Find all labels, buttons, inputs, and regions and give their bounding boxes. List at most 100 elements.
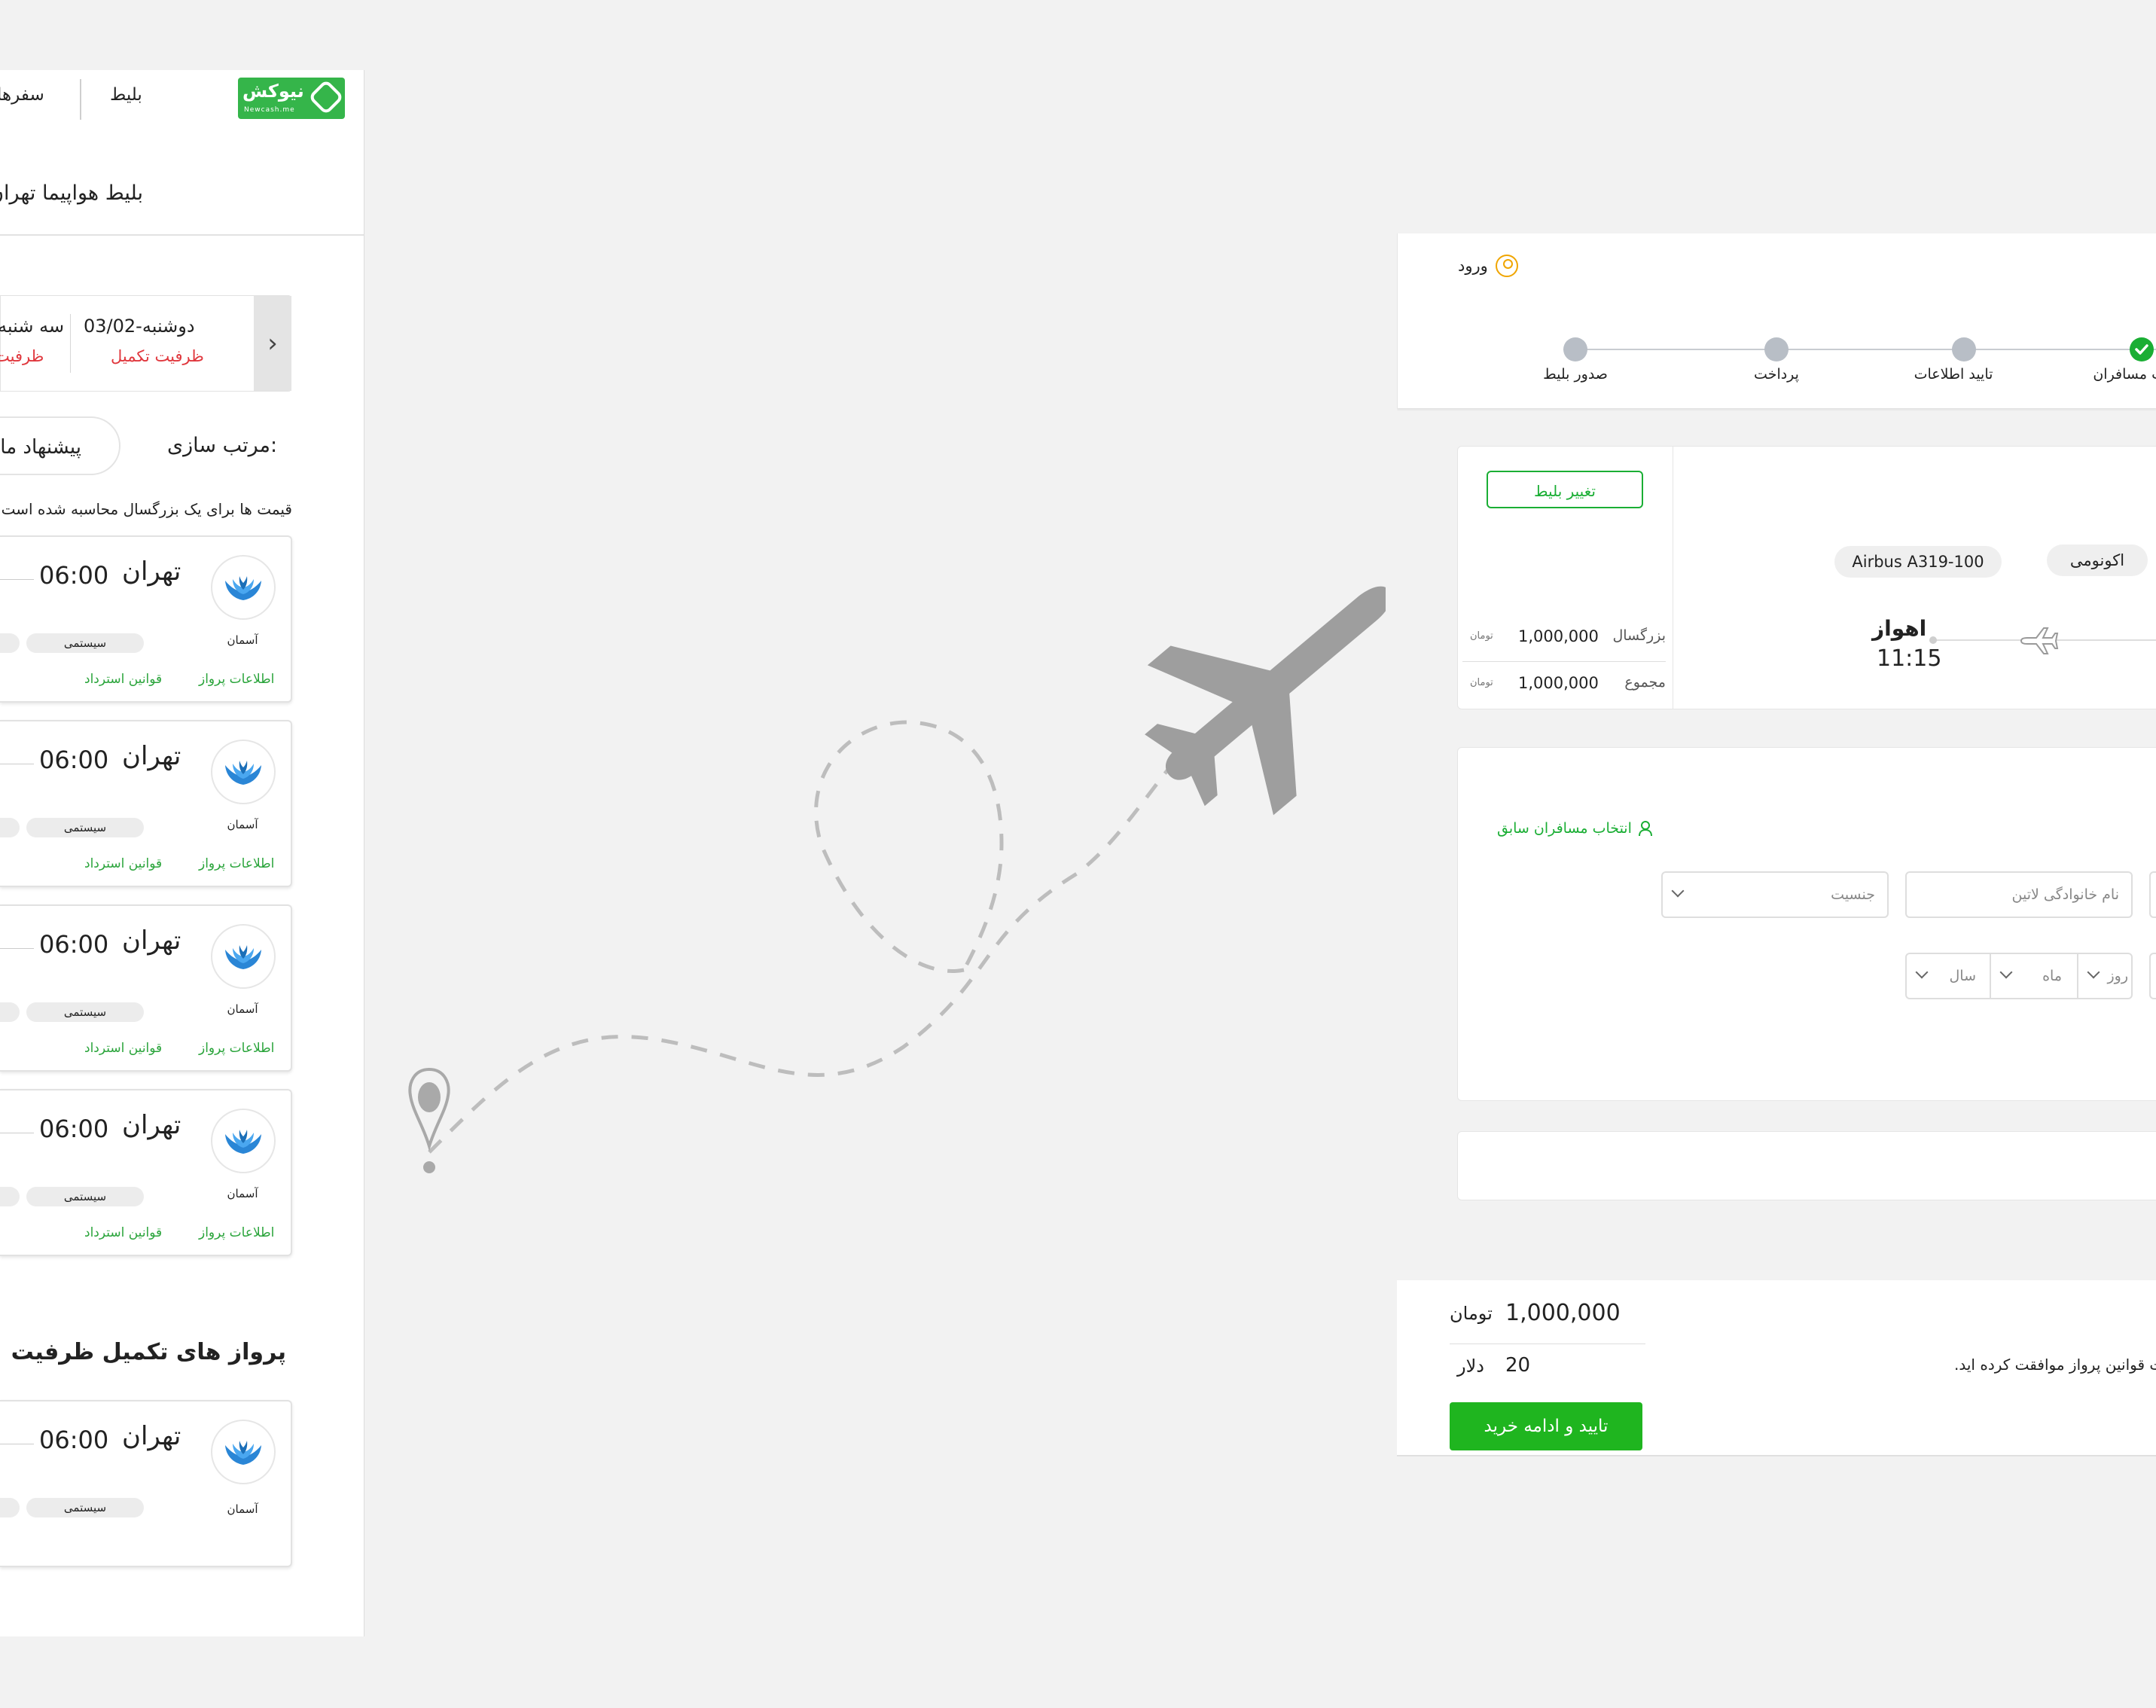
flight-type-badge: سیستمی xyxy=(26,1187,144,1206)
birthdate-select[interactable]: سال ماه روز xyxy=(1905,953,2133,999)
flight-badge xyxy=(0,1002,20,1022)
airline-name: آسمان xyxy=(227,1187,258,1200)
page-title: بلیط هواپیما تهران xyxy=(0,181,143,205)
flight-info-link[interactable]: اطلاعات پرواز xyxy=(199,1041,274,1056)
nav-trips[interactable]: سفرها xyxy=(0,85,44,105)
mobile-header: نیوکش Newcash.me بلیط سفرها بلیط هواپیما… xyxy=(0,70,364,236)
flight-type-badge: سیستمی xyxy=(26,1498,144,1517)
flight-badge xyxy=(0,1498,20,1517)
step-dot-confirm xyxy=(1952,337,1976,361)
airplane-icon xyxy=(1145,586,1386,816)
nav-ticket[interactable]: بلیط xyxy=(110,85,142,105)
refund-rules-link[interactable]: قوانین استرداد xyxy=(84,672,162,687)
date-day: دوشنبه-03/02 xyxy=(84,316,195,337)
step-label-issue: صدور بلیط xyxy=(1543,366,1608,383)
price-note: قیمت ها برای یک بزرگسال محاسبه شده است xyxy=(1,500,292,518)
flight-time: 06:00 xyxy=(39,746,109,774)
total-amount: 1,000,000 xyxy=(1505,1300,1621,1326)
previous-passengers-button[interactable]: انتخاب مسافران سابق xyxy=(1497,820,1653,837)
total-price: 1,000,000 xyxy=(1518,674,1599,692)
destination-time: 11:15 xyxy=(1877,645,1942,672)
flight-info-link[interactable]: اطلاعات پرواز xyxy=(199,1225,274,1240)
flight-type-badge: سیستمی xyxy=(26,633,144,653)
usd-amount: 20 xyxy=(1505,1354,1531,1377)
login-button[interactable]: ورود xyxy=(1458,253,1518,279)
refund-rules-link[interactable]: قوانین استرداد xyxy=(84,856,162,871)
user-icon xyxy=(1495,255,1518,277)
airline-logo xyxy=(211,1109,276,1173)
flight-badge xyxy=(0,818,20,837)
ticket-summary-card: تغییر بلیط بزرگسال 1,000,000 تومان مجموع… xyxy=(1457,446,2156,709)
change-ticket-button[interactable]: تغییر بلیط xyxy=(1487,471,1643,508)
adult-label: بزرگسال xyxy=(1612,627,1666,644)
refund-rules-link[interactable]: قوانین استرداد xyxy=(84,1041,162,1056)
route-dot xyxy=(1929,636,1937,644)
user-icon xyxy=(1638,821,1652,837)
logo-subtext: Newcash.me xyxy=(244,106,295,114)
airline-name: آسمان xyxy=(227,633,258,647)
flight-card[interactable]: آسمان تهران 06:00 سیستمی اطلاعات پرواز ق… xyxy=(0,720,292,887)
flight-time: 06:00 xyxy=(39,1115,109,1143)
airline-logo xyxy=(211,1420,276,1484)
airline-logo xyxy=(211,740,276,804)
flight-info-link[interactable]: اطلاعات پرواز xyxy=(199,856,274,871)
total-label: مجموع xyxy=(1624,674,1666,691)
refund-rules-link[interactable]: قوانین استرداد xyxy=(84,1225,162,1240)
currency-label: تومان xyxy=(1470,630,1493,642)
airline-name: آسمان xyxy=(227,1002,258,1016)
month-label: ماه xyxy=(2042,968,2062,984)
adult-price: 1,000,000 xyxy=(1518,627,1599,645)
lastname-placeholder: نام خانوادگی لاتین xyxy=(2011,886,2120,903)
year-label: سال xyxy=(1949,968,1976,984)
flight-time: 06:00 xyxy=(39,930,109,959)
latin-lastname-input[interactable]: نام خانوادگی لاتین xyxy=(1905,871,2133,918)
flight-card[interactable]: آسمان تهران 06:00 سیستمی اطلاعات پرواز ق… xyxy=(0,1089,292,1256)
chevron-right-icon[interactable]: › xyxy=(254,296,291,391)
year-select[interactable]: سال xyxy=(1907,954,1990,998)
passenger-form-card: انتخاب مسافران سابق جنسیت نام خانوادگی ل… xyxy=(1457,747,2156,1101)
flight-type-badge: سیستمی xyxy=(26,1002,144,1022)
usd-currency: دلار xyxy=(1457,1356,1484,1377)
airline-logo xyxy=(211,924,276,989)
login-label: ورود xyxy=(1458,257,1488,275)
confirm-continue-button[interactable]: تایید و ادامه خرید xyxy=(1450,1402,1642,1450)
flight-badge xyxy=(0,633,20,653)
nav-divider xyxy=(80,79,81,120)
class-chip: اکونومی xyxy=(2047,544,2148,576)
flight-card[interactable]: آسمان تهران 06:00 سیستمی اطلاعات پرواز ق… xyxy=(0,904,292,1072)
day-label: روز xyxy=(2107,968,2128,984)
gender-placeholder: جنسیت xyxy=(1831,886,1875,903)
month-select[interactable]: ماه xyxy=(1991,954,2077,998)
flight-card[interactable]: آسمان تهران 06:00 سیستمی اطلاعات پرواز ق… xyxy=(0,535,292,703)
mobile-results-screen: نیوکش Newcash.me بلیط سفرها بلیط هواپیما… xyxy=(0,70,364,1636)
flight-city: تهران xyxy=(122,741,181,771)
flight-type-badge: سیستمی xyxy=(26,818,144,837)
chevron-down-icon xyxy=(1999,965,2013,979)
sort-dropdown[interactable]: پیشنهاد ما xyxy=(0,416,120,475)
birthdate-extra-field[interactable] xyxy=(2149,953,2156,999)
date-selector: › دوشنبه-03/02 ظرفیت تکمیل سه شنبه ظرفیت xyxy=(0,295,291,392)
airline-logo xyxy=(211,555,276,620)
sort-label: مرتب سازی: xyxy=(167,434,278,457)
adult-price-row: بزرگسال 1,000,000 تومان xyxy=(1470,627,1666,650)
flight-city: تهران xyxy=(122,557,181,587)
flight-city: تهران xyxy=(122,1421,181,1451)
airline-name: آسمان xyxy=(227,818,258,831)
step-dot-payment xyxy=(1764,337,1789,361)
aircraft-chip: Airbus A319-100 xyxy=(1834,546,2002,578)
flight-path-illustration xyxy=(408,586,1386,1173)
destination-city: اهواز xyxy=(1872,616,1927,641)
airplane-outline-icon xyxy=(2020,626,2059,659)
desktop-header: ورود صدور بلیط پرداخت تایید اطلاعات مشخص… xyxy=(1397,233,2156,408)
total-price-row: مجموع 1,000,000 تومان xyxy=(1470,674,1666,697)
brand-logo[interactable]: نیوکش Newcash.me xyxy=(238,78,345,119)
flight-card-full[interactable]: آسمان تهران 06:00 سیستمی xyxy=(0,1400,292,1567)
gender-select[interactable]: جنسیت xyxy=(1661,871,1889,918)
flight-info-link[interactable]: اطلاعات پرواز xyxy=(199,672,274,687)
day-select[interactable]: روز xyxy=(2078,954,2133,998)
date-day: سه شنبه xyxy=(0,316,65,337)
currency-label: تومان xyxy=(1470,677,1493,688)
latin-firstname-input[interactable] xyxy=(2149,871,2156,918)
location-pin-icon xyxy=(408,1067,450,1173)
desktop-booking-screen: ورود صدور بلیط پرداخت تایید اطلاعات مشخص… xyxy=(1397,233,2156,1476)
